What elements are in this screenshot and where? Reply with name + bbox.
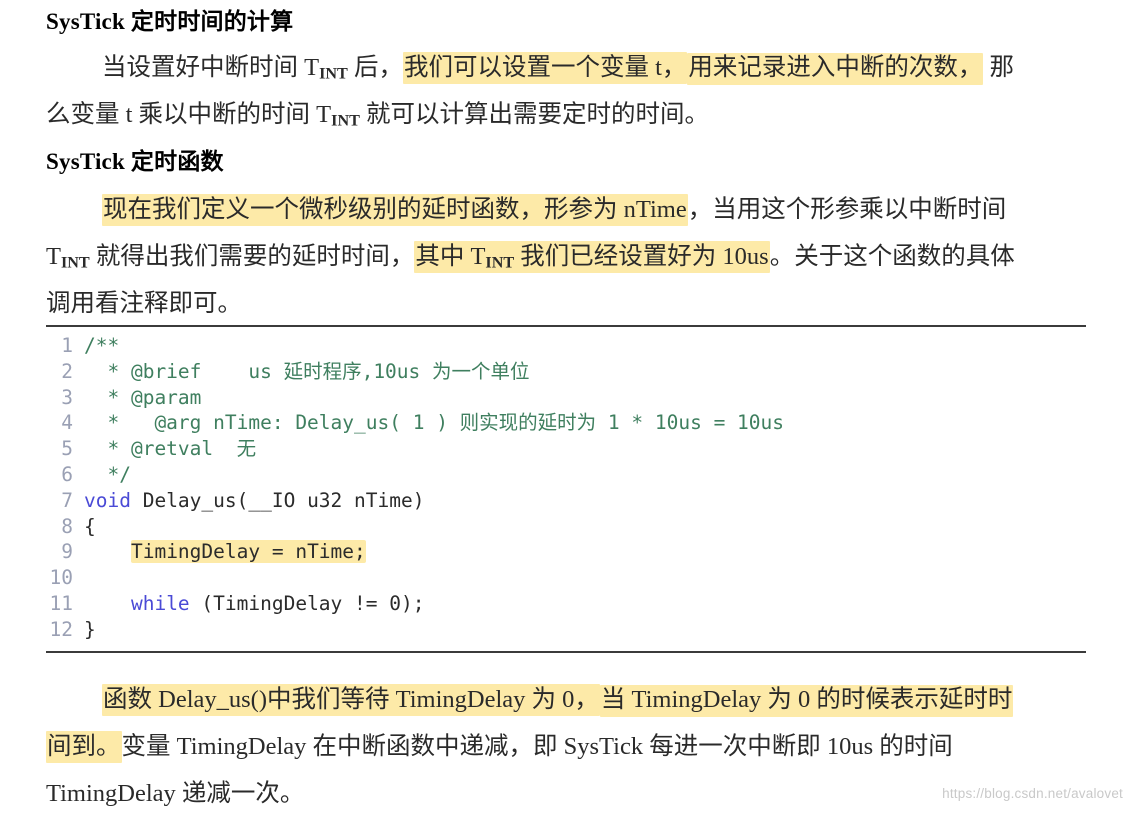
code-text: /** — [84, 333, 1086, 359]
text-run: 当设置好中断时间 T — [102, 54, 320, 81]
code-text: } — [84, 617, 1086, 643]
code-text: * @param — [84, 385, 1086, 411]
code-token: TimingDelay = nTime; — [130, 540, 366, 564]
line-number: 1 — [61, 334, 73, 357]
code-block: 1/** 2 * @brief us 延时程序,10us 为一个单位 3 * @pa… — [46, 325, 1086, 653]
code-text: */ — [84, 462, 1086, 488]
text-run: 。关于这个函数的具体 — [769, 243, 1015, 270]
paragraph-line: 间到。变量 TimingDelay 在中断函数中递减，即 SysTick 每进一… — [46, 723, 1013, 770]
paragraph-line: TimingDelay 递减一次。 — [46, 770, 1013, 815]
line-number: 7 — [61, 488, 73, 512]
text-run: 后， — [347, 54, 403, 81]
paragraph-delay-function-intro: 现在我们定义一个微秒级别的延时函数，形参为 nTime，当用这个形参乘以中断时间… — [46, 186, 1015, 327]
subscript-int: INT — [319, 65, 348, 83]
code-token: */ — [84, 462, 131, 486]
highlighted-text: 用来记录进入中断的次数， — [687, 53, 984, 85]
code-lines-container: 1/** 2 * @brief us 延时程序,10us 为一个单位 3 * @pa… — [46, 333, 1086, 643]
text-run: T — [46, 243, 61, 270]
line-number: 4 — [61, 411, 73, 435]
highlighted-text: 其中 TINT 我们已经设置好为 10us — [414, 241, 770, 273]
page-title-systick-timing-function: SysTick 定时函数 — [46, 142, 224, 176]
text-run: 变量 TimingDelay 在中断函数中递减，即 SysTick 每进一次中断… — [121, 733, 953, 760]
text-run: 就得出我们需要的延时时间， — [89, 243, 415, 270]
line-number: 6 — [61, 462, 73, 486]
code-token: * @brief us 延时程序,10us 为一个单位 — [84, 359, 530, 383]
subscript-int: INT — [331, 112, 360, 130]
highlighted-text: 函数 Delay_us()中我们等待 TimingDelay 为 0， — [102, 684, 600, 716]
code-token: * @param — [84, 385, 202, 409]
text-run: 么变量 t 乘以中断的时间 T — [46, 101, 332, 128]
code-text: * @arg nTime: Delay_us( 1 ) 则实现的延时为 1 * … — [84, 410, 1086, 436]
code-line: 8{ — [46, 514, 1086, 540]
paragraph-line: 函数 Delay_us()中我们等待 TimingDelay 为 0，当 Tim… — [46, 676, 1014, 723]
heading-rest: 定时时间的计算 — [124, 9, 294, 34]
code-line: 1 /** — [46, 333, 1086, 359]
code-token: while — [130, 591, 190, 615]
line-number: 3 — [61, 385, 73, 409]
code-line: 5 * @retval 无 — [46, 436, 1086, 462]
text-run: 就可以计算出需要定时的时间。 — [359, 101, 710, 128]
highlighted-text: 现在我们定义一个微秒级别的延时函数，形参为 nTime — [102, 194, 688, 226]
code-line: 4 * @arg nTime: Delay_us( 1 ) 则实现的延时为 1 … — [46, 410, 1086, 436]
code-text: void Delay_us(__IO u32 nTime) — [84, 488, 1086, 514]
highlighted-text: 当 TimingDelay 为 0 的时候表示延时时 — [599, 685, 1014, 717]
paragraph-line: 调用看注释即可。 — [46, 280, 1015, 327]
code-token: { — [84, 514, 96, 538]
code-line: 12} — [46, 617, 1086, 643]
line-number: 11 — [49, 591, 73, 615]
subscript-int: INT — [60, 254, 90, 272]
text-run: 调用看注释即可。 — [46, 290, 242, 317]
code-token: * @arg nTime: Delay_us( 1 ) 则实现的延时为 1 * … — [84, 411, 785, 435]
code-line: 11 while (TimingDelay != 0); — [46, 591, 1086, 617]
heading-rest: 定时函数 — [124, 149, 224, 174]
line-number: 5 — [61, 437, 73, 461]
code-line: 7 void Delay_us(__IO u32 nTime) — [46, 488, 1086, 514]
document-page: SysTick 定时时间的计算 当设置好中断时间 TINT 后，我们可以设置一个… — [0, 0, 1129, 815]
code-text: * @retval 无 — [84, 436, 1086, 462]
text-run: TimingDelay 递减一次。 — [46, 780, 305, 807]
highlighted-text: 间到。 — [46, 731, 122, 763]
code-token: Delay_us(__IO u32 nTime) — [130, 488, 425, 512]
line-number: 2 — [61, 359, 73, 383]
code-token: * @retval 无 — [84, 437, 257, 461]
paragraph-line: 么变量 t 乘以中断的时间 TINT 就可以计算出需要定时的时间。 — [46, 91, 1014, 138]
code-text: * @brief us 延时程序,10us 为一个单位 — [84, 359, 1086, 385]
code-text: while (TimingDelay != 0); — [84, 591, 1086, 617]
text-run: 其中 T — [415, 243, 486, 270]
code-line: 9 TimingDelay = nTime; — [46, 539, 1086, 565]
code-token: (TimingDelay != 0); — [189, 591, 425, 615]
paragraph-delay-explanation: 函数 Delay_us()中我们等待 TimingDelay 为 0，当 Tim… — [46, 676, 1014, 815]
line-number: 12 — [49, 617, 73, 641]
code-text: TimingDelay = nTime; — [84, 539, 1086, 565]
text-run: 我们已经设置好为 10us — [514, 243, 769, 270]
text-run: ，当用这个形参乘以中断时间 — [687, 196, 1007, 223]
paragraph-line: TINT 就得出我们需要的延时时间，其中 TINT 我们已经设置好为 10us。… — [46, 233, 1015, 280]
paragraph-timing-calculation: 当设置好中断时间 TINT 后，我们可以设置一个变量 t，用来记录进入中断的次数… — [46, 44, 1014, 138]
line-number: 10 — [49, 566, 73, 590]
code-line: 2 * @brief us 延时程序,10us 为一个单位 — [46, 359, 1086, 385]
line-number: 9 — [61, 540, 73, 564]
code-line: 3 * @param — [46, 385, 1086, 411]
page-title-systick-timing-calculation: SysTick 定时时间的计算 — [46, 2, 293, 36]
text-run: 那 — [983, 54, 1015, 81]
paragraph-line: 现在我们定义一个微秒级别的延时函数，形参为 nTime，当用这个形参乘以中断时间 — [46, 186, 1015, 233]
code-line: 6 */ — [46, 462, 1086, 488]
code-token: void — [84, 488, 131, 512]
line-number: 8 — [61, 514, 73, 538]
code-line: 10 — [46, 565, 1086, 591]
code-token: /** — [84, 334, 120, 357]
paragraph-line: 当设置好中断时间 TINT 后，我们可以设置一个变量 t，用来记录进入中断的次数… — [46, 44, 1014, 91]
heading-bold-prefix: SysTick — [46, 9, 125, 34]
heading-bold-prefix: SysTick — [46, 149, 125, 174]
highlighted-text: 我们可以设置一个变量 t， — [402, 52, 688, 84]
code-token: } — [84, 617, 96, 641]
code-text: { — [84, 514, 1086, 540]
watermark-url: https://blog.csdn.net/avalovet — [942, 786, 1123, 801]
subscript-int: INT — [485, 254, 515, 272]
